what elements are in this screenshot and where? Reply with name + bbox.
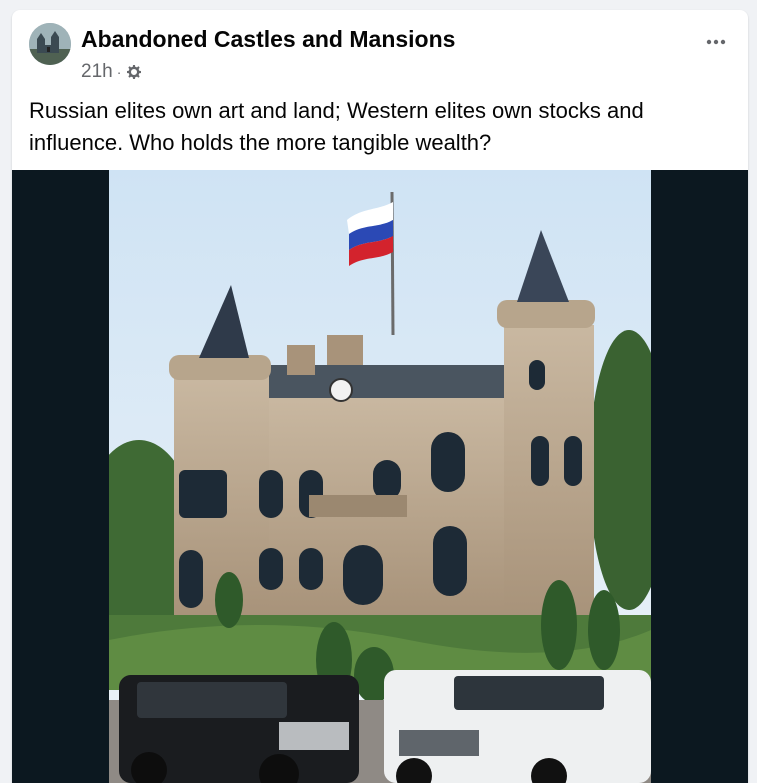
page-name-link[interactable]: Abandoned Castles and Mansions — [81, 26, 455, 53]
post-timestamp[interactable]: 21h — [81, 61, 113, 83]
post-meta: 21h · — [81, 60, 142, 84]
castle-photo[interactable] — [109, 170, 651, 783]
page-avatar[interactable] — [29, 23, 71, 65]
more-dots-icon — [706, 39, 726, 45]
gear-icon[interactable] — [127, 65, 142, 79]
post-card: Abandoned Castles and Mansions 21h · Rus… — [12, 10, 748, 783]
post-text: Russian elites own art and land; Western… — [29, 98, 644, 155]
more-options-button[interactable] — [698, 28, 734, 56]
post-media[interactable] — [12, 170, 748, 783]
avatar-castle-icon — [29, 23, 71, 65]
meta-separator: · — [116, 64, 122, 80]
